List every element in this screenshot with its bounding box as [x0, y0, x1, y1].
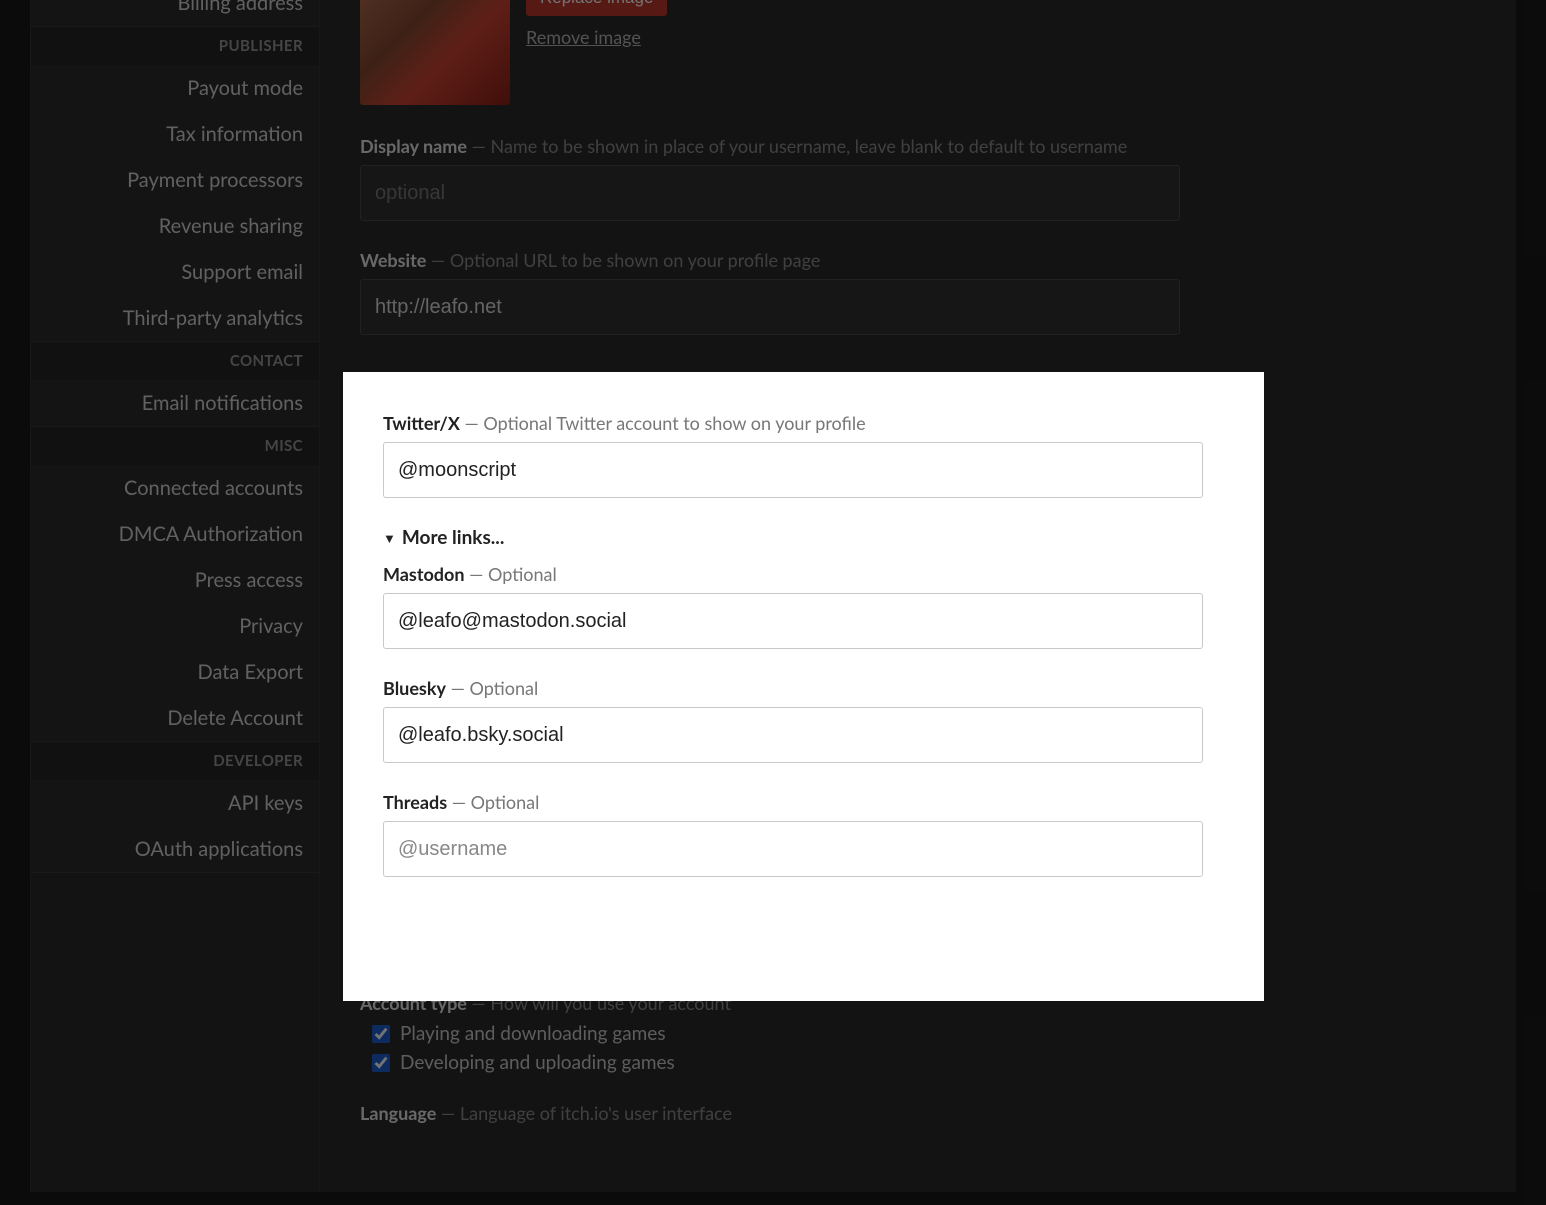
language-field-group: Language — Language of itch.io's user in…	[360, 1102, 1476, 1124]
more-links-toggle[interactable]: ▼ More links...	[383, 526, 1224, 549]
account-type-playing-checkbox[interactable]	[372, 1025, 390, 1043]
sidebar-item-payout-mode[interactable]: Payout mode	[31, 65, 319, 111]
sidebar-item-oauth-applications[interactable]: OAuth applications	[31, 826, 319, 872]
remove-image-link[interactable]: Remove image	[526, 26, 667, 48]
display-name-field-group: Display name — Name to be shown in place…	[360, 135, 1476, 221]
display-name-input[interactable]	[360, 165, 1180, 221]
threads-hint: — Optional	[447, 791, 539, 813]
avatar-image	[360, 0, 510, 105]
sidebar-item-tax-information[interactable]: Tax information	[31, 111, 319, 157]
website-label: Website	[360, 249, 426, 271]
twitter-input[interactable]	[383, 442, 1203, 498]
website-hint: — Optional URL to be shown on your profi…	[426, 249, 820, 271]
sidebar-item-data-export[interactable]: Data Export	[31, 649, 319, 695]
account-type-playing-label: Playing and downloading games	[400, 1022, 666, 1045]
mastodon-label: Mastodon	[383, 563, 465, 585]
bluesky-label: Bluesky	[383, 677, 446, 699]
sidebar-item-press-access[interactable]: Press access	[31, 557, 319, 603]
account-type-developing-label: Developing and uploading games	[400, 1051, 675, 1074]
website-field-group: Website — Optional URL to be shown on yo…	[360, 249, 1476, 335]
sidebar-heading-developer: DEVELOPER	[31, 742, 319, 780]
twitter-label: Twitter/X	[383, 412, 460, 434]
spotlight-panel: Twitter/X — Optional Twitter account to …	[343, 372, 1264, 1001]
replace-image-button[interactable]: Replace image	[526, 0, 667, 16]
triangle-down-icon: ▼	[383, 530, 396, 546]
language-label: Language	[360, 1102, 436, 1124]
twitter-hint: — Optional Twitter account to show on yo…	[460, 412, 866, 434]
sidebar-item-privacy[interactable]: Privacy	[31, 603, 319, 649]
threads-field-group: Threads — Optional	[383, 791, 1224, 877]
language-hint: — Language of itch.io's user interface	[436, 1102, 732, 1124]
bluesky-field-group: Bluesky — Optional	[383, 677, 1224, 763]
more-links-label: More links...	[402, 526, 504, 549]
sidebar-item-support-email[interactable]: Support email	[31, 249, 319, 295]
sidebar-item-connected-accounts[interactable]: Connected accounts	[31, 465, 319, 511]
sidebar-item-delete-account[interactable]: Delete Account	[31, 695, 319, 741]
sidebar-heading-contact: CONTACT	[31, 342, 319, 380]
sidebar-item-third-party-analytics[interactable]: Third-party analytics	[31, 295, 319, 341]
display-name-hint: — Name to be shown in place of your user…	[467, 135, 1127, 157]
mastodon-hint: — Optional	[465, 563, 557, 585]
sidebar-heading-misc: MISC	[31, 427, 319, 465]
account-type-developing-checkbox[interactable]	[372, 1054, 390, 1072]
website-input[interactable]	[360, 279, 1180, 335]
sidebar-heading-publisher: PUBLISHER	[31, 27, 319, 65]
mastodon-input[interactable]	[383, 593, 1203, 649]
display-name-label: Display name	[360, 135, 467, 157]
bluesky-hint: — Optional	[446, 677, 538, 699]
sidebar-item-email-notifications[interactable]: Email notifications	[31, 380, 319, 426]
sidebar-item-revenue-sharing[interactable]: Revenue sharing	[31, 203, 319, 249]
bluesky-input[interactable]	[383, 707, 1203, 763]
sidebar-item-api-keys[interactable]: API keys	[31, 780, 319, 826]
sidebar-item-billing-address[interactable]: Billing address	[31, 0, 319, 26]
account-type-field-group: Account type — How will you use your acc…	[360, 992, 1476, 1074]
twitter-field-group: Twitter/X — Optional Twitter account to …	[383, 412, 1224, 498]
sidebar-item-dmca-authorization[interactable]: DMCA Authorization	[31, 511, 319, 557]
threads-input[interactable]	[383, 821, 1203, 877]
threads-label: Threads	[383, 791, 447, 813]
mastodon-field-group: Mastodon — Optional	[383, 563, 1224, 649]
settings-sidebar: Billing address PUBLISHER Payout mode Ta…	[30, 0, 320, 1192]
sidebar-item-payment-processors[interactable]: Payment processors	[31, 157, 319, 203]
